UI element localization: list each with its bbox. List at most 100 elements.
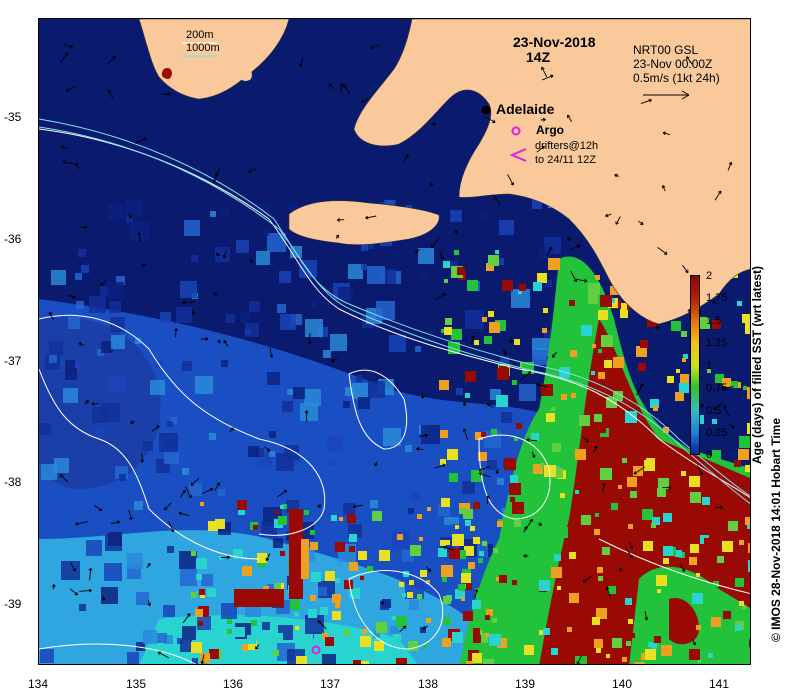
sst-block (418, 248, 434, 264)
sst-speckle (276, 633, 283, 640)
sst-speckle (748, 543, 750, 553)
sst-speckle (465, 583, 472, 590)
sst-block (279, 271, 291, 283)
sst-speckle (516, 423, 522, 429)
sst-speckle (295, 626, 299, 630)
sst-block (109, 375, 126, 392)
sst-speckle (502, 280, 513, 291)
sst-block (167, 546, 174, 553)
argo-label: Argo (536, 123, 564, 137)
sst-speckle (618, 485, 622, 489)
sst-block (195, 376, 213, 394)
y-tick-label: -38 (4, 475, 22, 489)
sst-speckle (512, 502, 524, 514)
sst-block (361, 244, 368, 251)
sst-block (358, 397, 370, 409)
sst-block (79, 604, 86, 611)
sst-speckle (515, 608, 519, 612)
y-tick-label: -36 (4, 232, 22, 246)
sst-speckle (567, 627, 572, 632)
sst-speckle (651, 523, 656, 528)
sst-block (269, 451, 275, 457)
sst-streak (301, 539, 309, 579)
sst-speckle (548, 258, 560, 270)
sst-speckle (444, 279, 448, 283)
sst-block (109, 301, 121, 313)
sst-block (134, 501, 143, 510)
x-tick-label: 135 (125, 677, 147, 691)
map-time: 14Z (526, 49, 551, 65)
sst-speckle (745, 465, 750, 472)
sst-speckle (489, 634, 501, 646)
sst-speckle (657, 488, 666, 497)
sst-speckle (495, 250, 499, 254)
sst-speckle (362, 629, 367, 634)
sst-speckle (273, 650, 279, 656)
sst-speckle (304, 510, 309, 515)
sst-speckle (600, 295, 612, 307)
sst-speckle (646, 579, 656, 589)
sst-speckle (657, 589, 661, 593)
sst-speckle (737, 301, 742, 306)
sst-speckle (569, 300, 575, 306)
sst-speckle (661, 645, 672, 656)
sst-speckle (630, 633, 635, 638)
sst-map (39, 19, 750, 664)
sst-speckle (575, 490, 579, 494)
sst-block (220, 207, 229, 216)
map-frame (38, 18, 751, 665)
sst-speckle (620, 310, 628, 318)
sst-speckle (595, 513, 599, 517)
sst-speckle (393, 634, 401, 642)
sst-speckle (344, 580, 353, 589)
sst-speckle (653, 406, 658, 411)
sst-speckle (663, 558, 669, 564)
sst-speckle (235, 627, 245, 637)
sst-speckle (472, 653, 482, 663)
sst-speckle (465, 371, 476, 382)
sst-speckle (360, 576, 364, 580)
sst-speckle (638, 363, 646, 371)
sst-block (41, 464, 57, 480)
sst-speckle (735, 625, 741, 631)
sst-block (262, 622, 270, 630)
sst-speckle (461, 597, 465, 601)
sst-speckle (308, 609, 317, 618)
sst-block (368, 381, 385, 398)
sst-block (180, 640, 192, 652)
sst-speckle (492, 618, 497, 623)
sst-speckle (376, 622, 387, 633)
sst-speckle (335, 578, 340, 583)
sst-speckle (690, 544, 699, 553)
sst-speckle (510, 497, 515, 502)
sst-block (236, 240, 249, 253)
wind-scale-label: 0.5m/s (1kt 24h) (633, 71, 720, 85)
sst-speckle (708, 585, 712, 589)
sst-speckle (598, 310, 608, 320)
sst-speckle (335, 603, 340, 608)
x-tick-label: 141 (708, 677, 730, 691)
sst-block (182, 361, 192, 371)
sst-speckle (640, 340, 648, 348)
sst-block (348, 264, 363, 279)
sst-block (501, 412, 512, 423)
x-tick-label: 140 (611, 677, 633, 691)
drifters-label-line2: to 24/11 12Z (535, 154, 596, 166)
sst-speckle (671, 321, 681, 331)
sst-block (409, 600, 419, 610)
sst-speckle (676, 369, 680, 373)
sst-block (367, 266, 385, 284)
sst-speckle (198, 621, 203, 626)
sst-speckle (335, 542, 345, 552)
sst-block (65, 360, 75, 370)
sst-speckle (442, 577, 447, 582)
sst-speckle (704, 538, 710, 544)
sst-speckle (598, 372, 605, 379)
sst-speckle (627, 477, 637, 487)
sst-speckle (427, 507, 431, 511)
sst-speckle (443, 261, 450, 268)
sst-block (40, 649, 54, 663)
sst-block (322, 654, 336, 664)
sst-speckle (625, 598, 632, 605)
sst-block (191, 255, 198, 262)
